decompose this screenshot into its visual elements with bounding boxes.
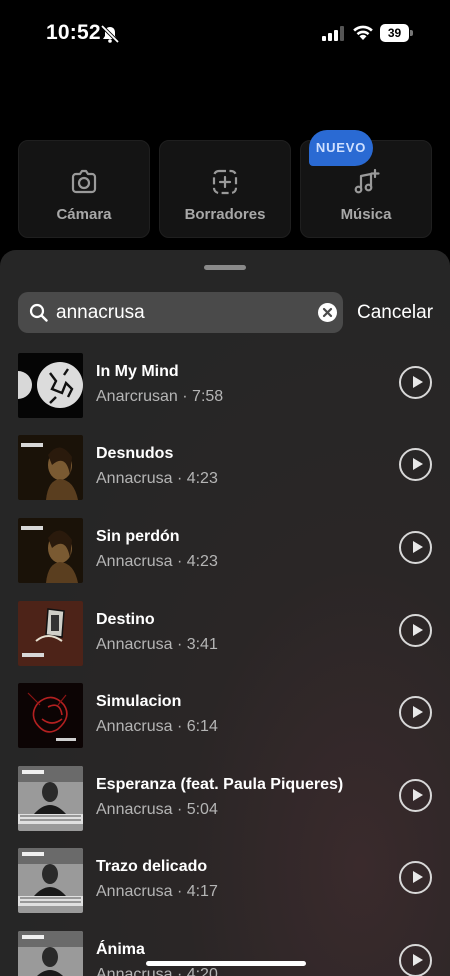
drafts-tile-label: Borradores (184, 206, 266, 223)
album-art (18, 766, 83, 831)
album-art (18, 931, 83, 976)
song-subtitle: Annacrusa · 6:14 (96, 718, 218, 735)
list-item[interactable]: Esperanza (feat. Paula Piqueres) Annacru… (0, 763, 450, 845)
album-art (18, 601, 83, 666)
clear-search-icon[interactable] (318, 303, 337, 322)
song-title: Destino (96, 611, 155, 628)
battery-level: 39 (380, 24, 409, 42)
album-art (18, 683, 83, 748)
list-item[interactable]: Destino Annacrusa · 3:41 (0, 598, 450, 680)
song-subtitle: Annacrusa · 4:23 (96, 553, 218, 570)
status-time: 10:52 (46, 21, 101, 44)
song-title: Desnudos (96, 445, 174, 462)
play-icon[interactable] (399, 861, 432, 894)
search-field[interactable]: annacrusa (18, 292, 343, 333)
song-title: Simulacion (96, 693, 182, 710)
bell-muted-icon (100, 25, 120, 43)
status-bar: 10:52 39 (0, 0, 450, 66)
music-add-icon (354, 168, 380, 194)
drafts-tile[interactable]: Borradores (159, 140, 291, 238)
album-art (18, 353, 83, 418)
play-icon[interactable] (399, 944, 432, 976)
song-title: Sin perdón (96, 528, 180, 545)
play-icon[interactable] (399, 531, 432, 564)
song-subtitle: Annacrusa · 4:23 (96, 470, 218, 487)
search-icon (29, 303, 48, 322)
song-subtitle: Anarcrusan · 7:58 (96, 388, 224, 405)
play-icon[interactable] (399, 366, 432, 399)
list-item[interactable]: Simulacion Annacrusa · 6:14 (0, 680, 450, 762)
search-input[interactable]: annacrusa (56, 292, 145, 333)
album-art (18, 435, 83, 500)
song-title: In My Mind (96, 363, 179, 380)
music-search-sheet: annacrusa Cancelar In My Mind Anarcrusan… (0, 250, 450, 976)
list-item[interactable]: In My Mind Anarcrusan · 7:58 (0, 350, 450, 432)
camera-tile-label: Cámara (56, 206, 112, 223)
home-indicator[interactable] (146, 961, 306, 966)
list-item[interactable]: Sin perdón Annacrusa · 4:23 (0, 515, 450, 597)
list-item[interactable]: Trazo delicado Annacrusa · 4:17 (0, 845, 450, 927)
song-title: Ánima (96, 941, 145, 958)
drafts-icon (212, 169, 238, 195)
sheet-grabber[interactable] (204, 265, 246, 270)
song-subtitle: Annacrusa · 5:04 (96, 801, 218, 818)
wifi-icon (353, 25, 373, 40)
song-title: Trazo delicado (96, 858, 208, 875)
song-subtitle: Annacrusa · 3:41 (96, 636, 218, 653)
song-title: Esperanza (feat. Paula Piqueres) (96, 776, 344, 793)
camera-tile[interactable]: Cámara (18, 140, 150, 238)
cellular-signal-icon (322, 26, 344, 41)
list-item[interactable]: Ánima Annacrusa · 4:20 (0, 928, 450, 976)
album-art (18, 518, 83, 583)
music-tile-label: Música (340, 206, 392, 223)
song-subtitle: Annacrusa · 4:17 (96, 883, 218, 900)
cancel-button[interactable]: Cancelar (357, 292, 433, 333)
album-art (18, 848, 83, 913)
battery-icon: 39 (380, 24, 413, 42)
play-icon[interactable] (399, 614, 432, 647)
new-badge: NUEVO (309, 130, 373, 166)
play-icon[interactable] (399, 448, 432, 481)
play-icon[interactable] (399, 696, 432, 729)
play-icon[interactable] (399, 779, 432, 812)
song-subtitle: Annacrusa · 4:20 (96, 966, 218, 976)
list-item[interactable]: Desnudos Annacrusa · 4:23 (0, 432, 450, 514)
camera-icon (71, 169, 97, 194)
